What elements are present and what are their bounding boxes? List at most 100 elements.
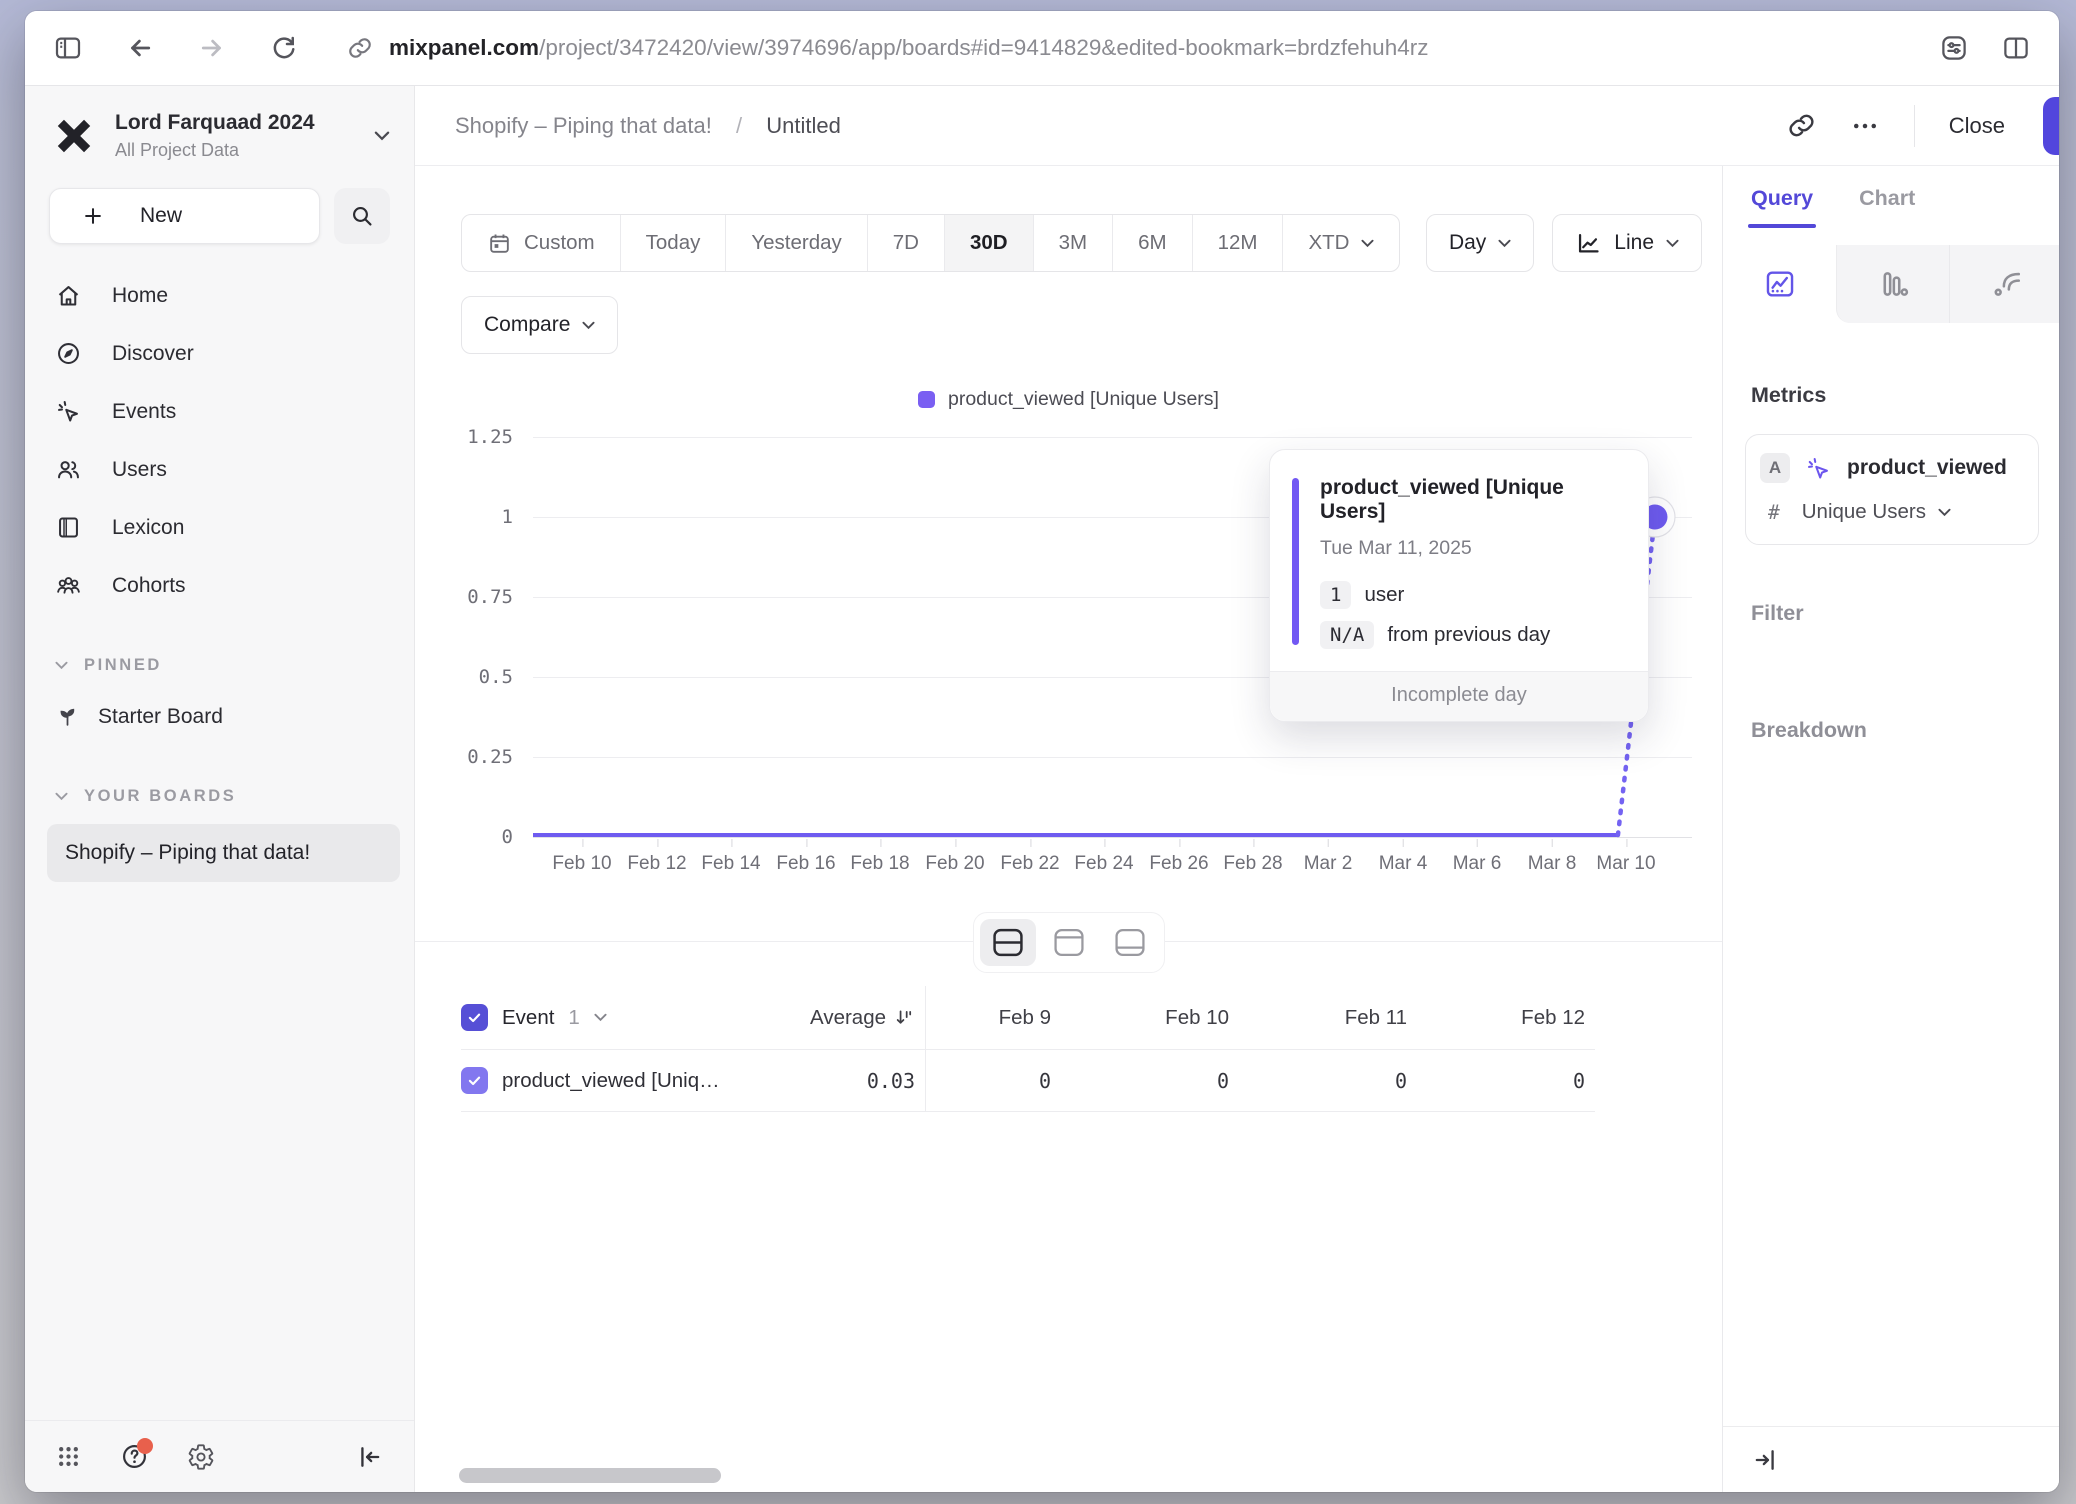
table-row-event[interactable]: product_viewed [Uniq…: [461, 1050, 791, 1112]
search-button[interactable]: [334, 188, 390, 244]
date-column-header[interactable]: Feb 9: [925, 986, 1061, 1050]
row-value: 0: [1061, 1050, 1239, 1112]
collapse-panel-icon[interactable]: [1751, 1446, 1779, 1474]
range-xtd[interactable]: XTD: [1282, 215, 1399, 271]
y-tick-label: 0.75: [467, 586, 513, 608]
range-7d[interactable]: 7D: [867, 215, 944, 271]
sidebar-item-events[interactable]: Events: [47, 386, 392, 438]
gear-icon[interactable]: [187, 1443, 215, 1471]
legend-label: product_viewed [Unique Users]: [948, 388, 1219, 411]
breadcrumb-report[interactable]: Untitled: [766, 113, 841, 138]
range-custom[interactable]: Custom: [462, 215, 620, 271]
forward-icon[interactable]: [197, 33, 227, 63]
x-tick-label: Mar 10: [1596, 853, 1655, 875]
chevron-down-icon: [1666, 239, 1679, 248]
chart-type-dropdown[interactable]: Line: [1552, 214, 1702, 272]
back-icon[interactable]: [125, 33, 155, 63]
date-range-segmented-control: Custom Today Yesterday 7D 30D 3M 6M 12M …: [461, 214, 1400, 272]
breadcrumb: Shopify – Piping that data! / Untitled: [455, 113, 841, 139]
layout-table-only-toggle[interactable]: [1102, 919, 1158, 966]
pinned-section-header[interactable]: PINNED: [25, 656, 414, 675]
notification-dot: [137, 1438, 153, 1454]
row-event-name: product_viewed [Uniq…: [502, 1069, 720, 1093]
apps-grid-icon[interactable]: [55, 1443, 82, 1470]
sidebar-item-lexicon[interactable]: Lexicon: [47, 502, 392, 554]
line-chart[interactable]: 1.25 1 0.75 0.5 0.25 0 Feb 10: [533, 437, 1692, 837]
copy-link-icon[interactable]: [1787, 111, 1816, 140]
tab-chart[interactable]: Chart: [1859, 186, 1915, 211]
sidebar-item-users[interactable]: Users: [47, 444, 392, 496]
compare-dropdown[interactable]: Compare: [461, 296, 618, 354]
range-3m[interactable]: 3M: [1033, 215, 1112, 271]
tooltip-value-unit: user: [1364, 583, 1404, 607]
metric-event-name: product_viewed: [1847, 456, 2007, 480]
project-switcher[interactable]: Lord Farquaad 2024 All Project Data: [25, 86, 414, 172]
average-column-header[interactable]: Average: [791, 986, 925, 1050]
sidebar-item-discover[interactable]: Discover: [47, 328, 392, 380]
split-view-icon[interactable]: [2001, 33, 2031, 63]
row-checkbox[interactable]: [461, 1067, 488, 1094]
address-bar[interactable]: mixpanel.com/project/3472420/view/397469…: [347, 35, 1428, 61]
y-tick-label: 1: [502, 506, 513, 528]
range-today[interactable]: Today: [620, 215, 726, 271]
aggregation-value: Unique Users: [1802, 500, 1926, 524]
event-cursor-icon: [55, 398, 82, 425]
sidebar-item-board-shopify[interactable]: Shopify – Piping that data!: [47, 824, 400, 882]
funnel-viz-tab[interactable]: [1949, 245, 2059, 323]
range-yesterday[interactable]: Yesterday: [725, 215, 866, 271]
browser-sidebar-toggle-icon[interactable]: [53, 33, 83, 63]
insights-viz-tab[interactable]: [1723, 245, 1836, 323]
row-average-value: 0.03: [791, 1050, 925, 1112]
x-tick-label: Mar 6: [1453, 853, 1502, 875]
date-column-header[interactable]: Feb 10: [1061, 986, 1239, 1050]
event-column-header[interactable]: Event 1: [461, 986, 791, 1050]
breakdown-section-label: Breakdown: [1751, 718, 2059, 743]
collapse-sidebar-icon[interactable]: [356, 1443, 384, 1471]
close-button[interactable]: Close: [1949, 113, 2005, 139]
compass-icon: [55, 340, 82, 367]
project-name: Lord Farquaad 2024: [115, 110, 315, 136]
new-button[interactable]: New: [49, 188, 320, 244]
metric-letter-badge: A: [1760, 453, 1790, 483]
compare-label: Compare: [484, 313, 570, 337]
layout-split-toggle[interactable]: [980, 919, 1036, 966]
help-button[interactable]: [120, 1442, 149, 1471]
x-tick-label: Feb 24: [1074, 853, 1133, 875]
select-all-checkbox[interactable]: [461, 1004, 488, 1031]
range-6m[interactable]: 6M: [1112, 215, 1191, 271]
your-boards-section-header[interactable]: YOUR BOARDS: [25, 787, 414, 806]
panel-footer: [1723, 1426, 2059, 1492]
aggregation-dropdown[interactable]: Unique Users: [1802, 500, 1951, 524]
date-column-header[interactable]: Feb 11: [1239, 986, 1417, 1050]
chevron-down-icon: [1498, 239, 1511, 248]
granularity-dropdown[interactable]: Day: [1426, 214, 1534, 272]
page-settings-icon[interactable]: [1939, 33, 1969, 63]
metric-card[interactable]: A product_viewed # Unique Users: [1745, 434, 2039, 545]
chevron-down-icon: [55, 661, 68, 670]
chart-legend[interactable]: product_viewed [Unique Users]: [415, 388, 1722, 411]
sidebar-item-starter-board[interactable]: Starter Board: [25, 691, 414, 743]
more-options-icon[interactable]: [1850, 111, 1880, 141]
sidebar: Lord Farquaad 2024 All Project Data New: [25, 86, 415, 1492]
date-column-header[interactable]: Feb 12: [1417, 986, 1595, 1050]
horizontal-scrollbar-thumb[interactable]: [459, 1468, 721, 1483]
home-icon: [55, 282, 82, 309]
x-tick-label: Mar 2: [1304, 853, 1353, 875]
browser-toolbar: mixpanel.com/project/3472420/view/397469…: [25, 11, 2059, 86]
range-30d[interactable]: 30D: [944, 215, 1033, 271]
breadcrumb-board[interactable]: Shopify – Piping that data!: [455, 113, 712, 138]
y-tick-label: 1.25: [467, 426, 513, 448]
chevron-down-icon: [594, 1013, 607, 1022]
sidebar-item-home[interactable]: Home: [47, 270, 392, 322]
range-12m[interactable]: 12M: [1192, 215, 1283, 271]
tooltip-value: 1: [1320, 581, 1351, 609]
layout-chart-only-toggle[interactable]: [1041, 919, 1097, 966]
sidebar-item-cohorts[interactable]: Cohorts: [47, 560, 392, 612]
event-header-label: Event: [502, 1006, 554, 1030]
reload-icon[interactable]: [269, 33, 299, 63]
bar-viz-tab[interactable]: [1836, 245, 1949, 323]
tab-query[interactable]: Query: [1751, 186, 1813, 211]
save-button[interactable]: [2043, 97, 2059, 155]
sidebar-item-label: Lexicon: [112, 516, 184, 540]
sidebar-item-label: Users: [112, 458, 167, 482]
